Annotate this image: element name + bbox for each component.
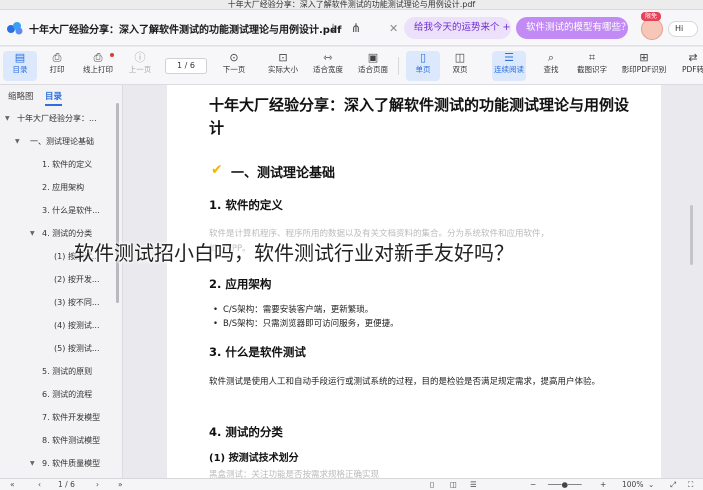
next-page-icon: ⊙ bbox=[229, 51, 239, 64]
toolbar-divider bbox=[398, 57, 399, 75]
subsection-heading: 3. 什么是软件测试 bbox=[209, 345, 306, 359]
toolbar-toc-button[interactable]: ▤ 目录 bbox=[3, 51, 37, 81]
document-title: 十年大厂经验分享：深入了解软件测试的功能测试理论与用例设计.pdf bbox=[29, 25, 342, 36]
pdf-page: 十年大厂经验分享：深入了解软件测试的功能测试理论与用例设计 ✔ 一、测试理论基础… bbox=[167, 85, 661, 478]
app-logo-icon bbox=[7, 22, 23, 35]
sidebar-icon: ▤ bbox=[14, 51, 26, 64]
document-scrollbar[interactable] bbox=[690, 205, 693, 265]
overlay-caption: 软件测试招小白吗，软件测试行业对新手友好吗？ bbox=[74, 241, 514, 265]
toolbar-continuous-button[interactable]: ☰ 连续阅读 bbox=[492, 51, 526, 81]
sidebar-scrollbar[interactable] bbox=[116, 103, 119, 303]
pdf-convert-icon: ⇄ bbox=[688, 51, 698, 64]
ai-suggestion-model[interactable]: 软件测试的模型有哪些？ bbox=[516, 17, 631, 39]
toolbar-actual-size-button[interactable]: ⊡ 实际大小 bbox=[266, 51, 300, 81]
zoom-slider[interactable]: ───●─── bbox=[548, 479, 582, 490]
double-page-icon: ◫ bbox=[454, 51, 466, 64]
status-bar: « ‹ 1 / 6 › » ▯ ◫ ☰ − ───●─── + 100% ⌄ ⤢… bbox=[0, 478, 703, 490]
expand-arrow-icon[interactable]: ▼ bbox=[30, 456, 35, 472]
ai-suggestion-fortune[interactable]: 给我今天的运势来个 + bbox=[404, 17, 511, 39]
toc-item[interactable]: (5) 按测试... bbox=[54, 341, 116, 357]
subsection-heading: 2. 应用架构 bbox=[209, 277, 272, 291]
toc-item[interactable]: 1. 软件的定义 bbox=[42, 157, 116, 173]
vip-badge: 限免 bbox=[641, 12, 661, 21]
single-view-icon[interactable]: ▯ bbox=[430, 479, 434, 490]
sidebar-tabs: 缩略图 目录 bbox=[0, 85, 122, 107]
fit-page-icon: ▣ bbox=[367, 51, 379, 64]
toc-item[interactable]: 5. 测试的原则 bbox=[42, 364, 116, 380]
toc-item[interactable]: 7. 软件开发模型 bbox=[42, 410, 116, 426]
toolbar: ▤ 目录 ⎙ 打印 ⎙ 线上打印 ⓘ 上一页 1 / 6 ⊙ 下一页 ⊡ 实际大小 ⇿ 适合宽… bbox=[0, 47, 703, 85]
document-viewport: 十年大厂经验分享：深入了解软件测试的功能测试理论与用例设计 ✔ 一、测试理论基础… bbox=[124, 85, 703, 478]
first-page-icon[interactable]: « bbox=[10, 479, 15, 490]
page-title: 十年大厂经验分享：深入了解软件测试的功能测试理论与用例设计 bbox=[209, 96, 630, 137]
tab-toc[interactable]: 目录 bbox=[45, 90, 63, 106]
toc-item[interactable]: 一、测试理论基础 bbox=[30, 134, 116, 150]
toolbar-print-button[interactable]: ⎙ 打印 bbox=[40, 51, 74, 81]
toolbar-screenshot-ocr-button[interactable]: ⌗ 截图识字 bbox=[575, 51, 609, 81]
window-title: 十年大厂经验分享：深入了解软件测试的功能测试理论与用例设计.pdf bbox=[0, 0, 703, 10]
subsection-heading: 4. 测试的分类 bbox=[209, 425, 283, 439]
app-header: 十年大厂经验分享：深入了解软件测试的功能测试理论与用例设计.pdf ⤓ ⋔ ✕ … bbox=[0, 10, 703, 46]
zoom-level[interactable]: 100% bbox=[622, 479, 643, 490]
fit-width-icon: ⇿ bbox=[323, 51, 333, 64]
print-icon: ⎙ bbox=[52, 51, 62, 64]
page-indicator[interactable]: 1 / 6 bbox=[58, 479, 75, 490]
expand-arrow-icon[interactable]: ▼ bbox=[15, 134, 20, 150]
toc-item[interactable]: 2. 应用架构 bbox=[42, 180, 116, 196]
toolbar-double-page-button[interactable]: ◫ 双页 bbox=[443, 51, 477, 81]
sidebar: 缩略图 目录 ▼ 十年大厂经验分享：... ▼ 一、测试理论基础 1. 软件的定… bbox=[0, 85, 123, 478]
next-icon[interactable]: › bbox=[96, 479, 99, 490]
paragraph: 软件测试是使用人工和自动手段运行或测试系统的过程，目的是检验是否满足规定需求，提… bbox=[209, 377, 601, 387]
toolbar-fit-page-button[interactable]: ▣ 适合页面 bbox=[356, 51, 390, 81]
fullscreen-icon[interactable]: ⛶ bbox=[688, 479, 693, 490]
expand-arrow-icon[interactable]: ▼ bbox=[30, 226, 35, 242]
toc-item[interactable]: 3. 什么是软件... bbox=[42, 203, 116, 219]
subsection-heading: (1) 按测试技术划分 bbox=[209, 453, 299, 464]
continuous-icon: ☰ bbox=[504, 51, 514, 64]
toc-item[interactable]: 9. 软件质量模型 bbox=[42, 456, 116, 472]
scan-pdf-icon: ⊞ bbox=[639, 51, 649, 64]
toolbar-single-page-button[interactable]: ▯ 单页 bbox=[406, 51, 440, 81]
toc-item[interactable]: (2) 按开发... bbox=[54, 272, 116, 288]
toolbar-search-button[interactable]: ⌕ 查找 bbox=[534, 51, 568, 81]
checkmark-icon: ✔ bbox=[211, 162, 223, 178]
download-icon[interactable]: ⤓ bbox=[326, 21, 340, 35]
toc-item[interactable]: 十年大厂经验分享：... bbox=[17, 111, 117, 127]
toc-item[interactable]: (4) 按测试... bbox=[54, 318, 116, 334]
paragraph: 黑盒测试：关注功能是否按需求规格正确实现 bbox=[209, 470, 380, 478]
list-item: B/S架构：只需浏览器即可访问服务，更便捷。 bbox=[213, 318, 399, 331]
screenshot-ocr-icon: ⌗ bbox=[588, 51, 596, 64]
prev-page-icon: ⓘ bbox=[134, 51, 146, 64]
share-icon[interactable]: ⋔ bbox=[349, 21, 363, 35]
chevron-down-icon[interactable]: ⌄ bbox=[648, 479, 654, 490]
avatar[interactable] bbox=[641, 18, 663, 40]
actual-size-icon: ⊡ bbox=[278, 51, 288, 64]
double-view-icon[interactable]: ◫ bbox=[450, 479, 457, 490]
prev-icon[interactable]: ‹ bbox=[38, 479, 41, 490]
toolbar-next-page-button[interactable]: ⊙ 下一页 bbox=[217, 51, 251, 81]
fit-icon[interactable]: ⤢ bbox=[670, 479, 676, 490]
page-number-input[interactable]: 1 / 6 bbox=[165, 58, 207, 74]
toc-item[interactable]: 6. 测试的流程 bbox=[42, 387, 116, 403]
continuous-view-icon[interactable]: ☰ bbox=[470, 479, 477, 490]
last-page-icon[interactable]: » bbox=[118, 479, 123, 490]
user-greeting[interactable]: Hi bbox=[668, 21, 698, 37]
toolbar-pdf-convert-button[interactable]: ⇄ PDF转 bbox=[676, 51, 703, 81]
single-page-icon: ▯ bbox=[419, 51, 427, 64]
toolbar-fit-width-button[interactable]: ⇿ 适合宽度 bbox=[311, 51, 345, 81]
toc-item[interactable]: 8. 软件测试模型 bbox=[42, 433, 116, 449]
toc-item[interactable]: (3) 按不同... bbox=[54, 295, 116, 311]
notification-dot bbox=[110, 53, 114, 57]
zoom-out-icon[interactable]: − bbox=[530, 479, 536, 490]
section-heading: 一、测试理论基础 bbox=[231, 166, 336, 181]
close-icon[interactable]: ✕ bbox=[389, 22, 398, 35]
tab-thumbnails[interactable]: 缩略图 bbox=[8, 90, 34, 102]
list-item: C/S架构：需要安装客户端，更新繁琐。 bbox=[213, 304, 373, 317]
expand-arrow-icon[interactable]: ▼ bbox=[5, 111, 10, 127]
zoom-in-icon[interactable]: + bbox=[600, 479, 606, 490]
toolbar-prev-page-button[interactable]: ⓘ 上一页 bbox=[123, 51, 157, 81]
toolbar-scan-pdf-button[interactable]: ⊞ 影印PDF识别 bbox=[622, 51, 667, 81]
search-icon: ⌕ bbox=[547, 51, 555, 64]
subsection-heading: 1. 软件的定义 bbox=[209, 198, 283, 212]
